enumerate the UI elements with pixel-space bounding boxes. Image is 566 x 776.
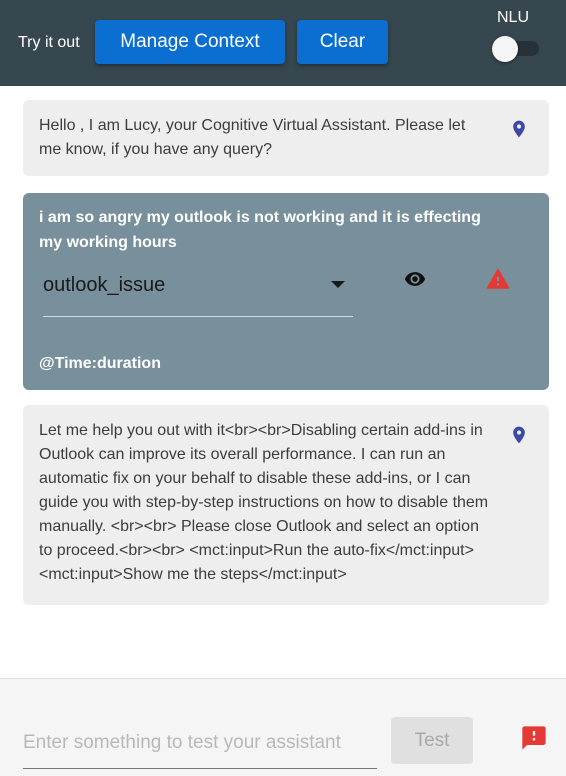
nlu-toggle[interactable] xyxy=(491,36,541,62)
location-pin-icon xyxy=(513,120,525,138)
bot-message-response: Let me help you out with it<br><br>Disab… xyxy=(23,405,549,605)
entity-label: @Time:duration xyxy=(39,355,161,372)
test-input[interactable] xyxy=(23,717,377,769)
toggle-thumb xyxy=(492,36,518,62)
test-button[interactable]: Test xyxy=(391,717,473,764)
warning-icon xyxy=(486,268,510,289)
bot-message-greeting: Hello , I am Lucy, your Cognitive Virtua… xyxy=(23,100,549,176)
location-pin-icon xyxy=(513,426,525,444)
app-header: Try it out Manage Context Clear NLU xyxy=(0,0,566,86)
eye-icon[interactable] xyxy=(400,268,430,290)
try-it-out-label: Try it out xyxy=(18,34,80,51)
user-message: i am so angry my outlook is not working … xyxy=(23,193,549,390)
feedback-icon[interactable] xyxy=(520,724,548,752)
bot-message-text: Hello , I am Lucy, your Cognitive Virtua… xyxy=(39,117,466,158)
clear-button[interactable]: Clear xyxy=(297,20,388,64)
input-footer: Test xyxy=(0,678,566,776)
intent-value: outlook_issue xyxy=(43,274,166,296)
intent-dropdown[interactable]: outlook_issue xyxy=(43,263,353,317)
nlu-label: NLU xyxy=(497,9,530,26)
manage-context-button[interactable]: Manage Context xyxy=(95,20,285,64)
user-message-text: i am so angry my outlook is not working … xyxy=(39,209,481,251)
dropdown-arrow-icon[interactable] xyxy=(331,281,345,288)
bot-message-text: Let me help you out with it<br><br>Disab… xyxy=(39,422,489,583)
